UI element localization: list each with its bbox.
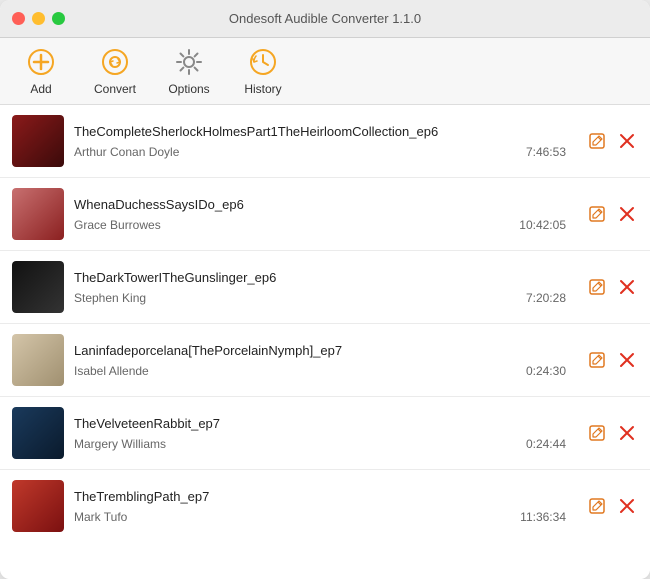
- track-meta: Isabel Allende 0:24:30: [74, 364, 576, 378]
- svg-text:♪: ♪: [39, 53, 43, 60]
- track-author: Arthur Conan Doyle: [74, 145, 179, 159]
- track-title: TheVelveteenRabbit_ep7: [74, 416, 576, 431]
- delete-icon: [618, 278, 636, 296]
- track-meta: Margery Williams 0:24:44: [74, 437, 576, 451]
- track-actions: [586, 349, 638, 371]
- track-author: Grace Burrowes: [74, 218, 161, 232]
- edit-icon: [588, 424, 606, 442]
- track-row: TheDarkTowerITheGunslinger_ep6 Stephen K…: [0, 251, 650, 324]
- delete-button[interactable]: [616, 349, 638, 371]
- track-actions: [586, 130, 638, 152]
- track-title: WhenaDuchessSaysIDo_ep6: [74, 197, 576, 212]
- delete-button[interactable]: [616, 495, 638, 517]
- history-icon: [247, 46, 279, 78]
- track-cover: [12, 115, 64, 167]
- track-meta: Grace Burrowes 10:42:05: [74, 218, 576, 232]
- track-cover: [12, 407, 64, 459]
- track-row: TheVelveteenRabbit_ep7 Margery Williams …: [0, 397, 650, 470]
- app-window: Ondesoft Audible Converter 1.1.0 ♪ Add: [0, 0, 650, 579]
- track-meta: Arthur Conan Doyle 7:46:53: [74, 145, 576, 159]
- track-title: TheDarkTowerITheGunslinger_ep6: [74, 270, 576, 285]
- track-duration: 0:24:30: [526, 364, 576, 378]
- track-title: TheCompleteSherlockHolmesPart1TheHeirloo…: [74, 124, 576, 139]
- track-cover: [12, 261, 64, 313]
- edit-icon: [588, 278, 606, 296]
- track-info: TheVelveteenRabbit_ep7 Margery Williams …: [74, 416, 576, 451]
- convert-label: Convert: [94, 82, 136, 96]
- track-duration: 0:24:44: [526, 437, 576, 451]
- track-list: TheCompleteSherlockHolmesPart1TheHeirloo…: [0, 105, 650, 579]
- edit-icon: [588, 497, 606, 515]
- add-icon: ♪: [25, 46, 57, 78]
- options-icon: [173, 46, 205, 78]
- minimize-button[interactable]: [32, 12, 45, 25]
- track-info: TheDarkTowerITheGunslinger_ep6 Stephen K…: [74, 270, 576, 305]
- maximize-button[interactable]: [52, 12, 65, 25]
- track-duration: 7:46:53: [526, 145, 576, 159]
- track-cover: [12, 334, 64, 386]
- edit-icon: [588, 351, 606, 369]
- options-label: Options: [168, 82, 209, 96]
- edit-button[interactable]: [586, 276, 608, 298]
- track-info: Laninfadeporcelana[ThePorcelainNymph]_ep…: [74, 343, 576, 378]
- toolbar-convert[interactable]: Convert: [90, 46, 140, 96]
- close-button[interactable]: [12, 12, 25, 25]
- edit-button[interactable]: [586, 422, 608, 444]
- track-duration: 11:36:34: [520, 510, 576, 524]
- track-info: TheCompleteSherlockHolmesPart1TheHeirloo…: [74, 124, 576, 159]
- add-label: Add: [30, 82, 51, 96]
- track-author: Stephen King: [74, 291, 146, 305]
- history-label: History: [244, 82, 281, 96]
- delete-icon: [618, 497, 636, 515]
- window-controls: [12, 12, 65, 25]
- convert-icon: [99, 46, 131, 78]
- track-cover: [12, 480, 64, 532]
- track-meta: Stephen King 7:20:28: [74, 291, 576, 305]
- track-duration: 7:20:28: [526, 291, 576, 305]
- edit-button[interactable]: [586, 495, 608, 517]
- edit-button[interactable]: [586, 349, 608, 371]
- delete-button[interactable]: [616, 422, 638, 444]
- track-duration: 10:42:05: [519, 218, 576, 232]
- delete-icon: [618, 205, 636, 223]
- window-title: Ondesoft Audible Converter 1.1.0: [229, 11, 421, 26]
- delete-button[interactable]: [616, 130, 638, 152]
- track-cover: [12, 188, 64, 240]
- track-author: Margery Williams: [74, 437, 166, 451]
- delete-button[interactable]: [616, 203, 638, 225]
- delete-icon: [618, 424, 636, 442]
- track-actions: [586, 422, 638, 444]
- track-title: Laninfadeporcelana[ThePorcelainNymph]_ep…: [74, 343, 576, 358]
- track-author: Mark Tufo: [74, 510, 127, 524]
- track-meta: Mark Tufo 11:36:34: [74, 510, 576, 524]
- toolbar-add[interactable]: ♪ Add: [16, 46, 66, 96]
- edit-button[interactable]: [586, 203, 608, 225]
- delete-icon: [618, 351, 636, 369]
- title-bar: Ondesoft Audible Converter 1.1.0: [0, 0, 650, 38]
- track-actions: [586, 495, 638, 517]
- edit-icon: [588, 132, 606, 150]
- track-actions: [586, 276, 638, 298]
- track-actions: [586, 203, 638, 225]
- track-row: Laninfadeporcelana[ThePorcelainNymph]_ep…: [0, 324, 650, 397]
- track-info: WhenaDuchessSaysIDo_ep6 Grace Burrowes 1…: [74, 197, 576, 232]
- edit-icon: [588, 205, 606, 223]
- track-row: WhenaDuchessSaysIDo_ep6 Grace Burrowes 1…: [0, 178, 650, 251]
- track-row: TheTremblingPath_ep7 Mark Tufo 11:36:34: [0, 470, 650, 542]
- delete-button[interactable]: [616, 276, 638, 298]
- track-row: TheCompleteSherlockHolmesPart1TheHeirloo…: [0, 105, 650, 178]
- track-title: TheTremblingPath_ep7: [74, 489, 576, 504]
- delete-icon: [618, 132, 636, 150]
- track-author: Isabel Allende: [74, 364, 149, 378]
- toolbar: ♪ Add Convert: [0, 38, 650, 105]
- toolbar-history[interactable]: History: [238, 46, 288, 96]
- track-info: TheTremblingPath_ep7 Mark Tufo 11:36:34: [74, 489, 576, 524]
- toolbar-options[interactable]: Options: [164, 46, 214, 96]
- edit-button[interactable]: [586, 130, 608, 152]
